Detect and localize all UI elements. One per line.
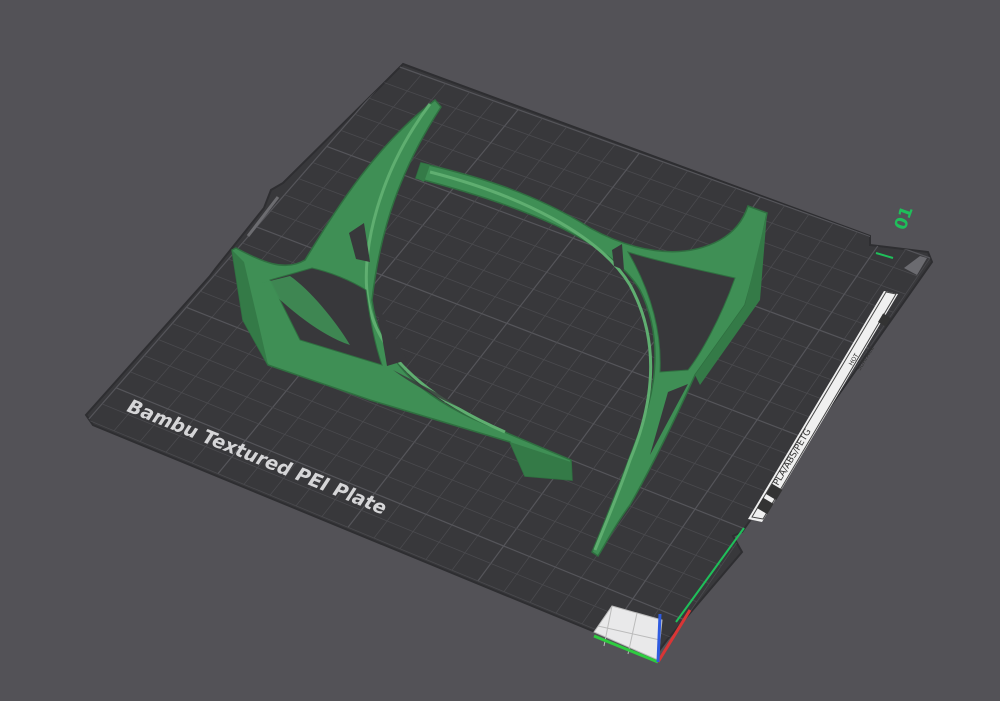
plate-surface bbox=[84, 62, 934, 658]
3d-viewport[interactable]: 01 Bambu Textured PEI Plate PLA/ABS/PETG… bbox=[0, 0, 1000, 697]
z-axis bbox=[656, 613, 662, 663]
build-plate[interactable] bbox=[84, 62, 934, 658]
plate-number: 01 bbox=[891, 204, 918, 233]
